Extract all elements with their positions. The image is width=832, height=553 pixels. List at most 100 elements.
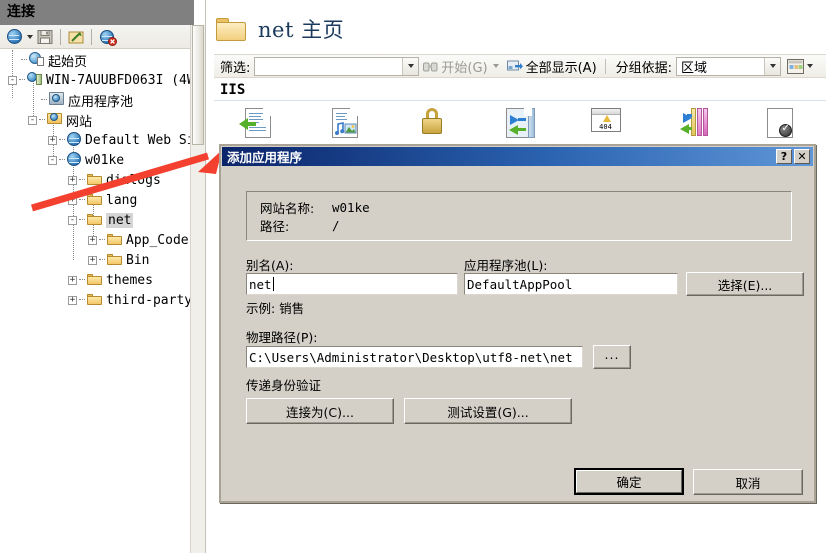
tree-connector bbox=[79, 299, 85, 301]
folder-icon bbox=[87, 273, 102, 288]
view-mode-button[interactable] bbox=[787, 58, 814, 74]
tree-expander-icon[interactable]: - bbox=[28, 115, 37, 125]
ok-button[interactable]: 确定 bbox=[574, 468, 684, 495]
physical-path-value: C:\Users\Administrator\Desktop\utf8-net\… bbox=[249, 349, 573, 365]
toolbar-separator-2 bbox=[91, 28, 92, 45]
tree-connector bbox=[39, 119, 45, 121]
feature-cell[interactable]: 404 bbox=[562, 105, 649, 149]
authentication-icon bbox=[766, 108, 793, 138]
tree-item-win-7auubfd063i-4wc[interactable]: - WIN-7AUUBFD063I (4WC bbox=[0, 70, 190, 90]
add-application-dialog: 添加应用程序 ? ✕ 网站名称: w01ke 路径: / 别名(A): net … bbox=[219, 144, 816, 503]
close-icon[interactable]: ✕ bbox=[794, 149, 810, 164]
chevron-down-icon[interactable] bbox=[764, 57, 781, 75]
connect-as-button[interactable]: 连接为(C)... bbox=[246, 398, 394, 424]
home-page-icon bbox=[29, 51, 44, 69]
tree-item-label: dialogs bbox=[106, 172, 161, 188]
disconnect-icon[interactable] bbox=[97, 27, 117, 47]
site-path-label: 路径: bbox=[260, 218, 290, 234]
filter-label: 筛选: bbox=[220, 60, 251, 76]
tree-connector bbox=[79, 279, 85, 281]
page-title: net 主页 bbox=[258, 18, 345, 42]
tree-item-label: 网站 bbox=[66, 114, 93, 130]
tree-connector bbox=[99, 239, 105, 241]
connections-tree[interactable]: 起始页 - WIN-7AUUBFD063I (4WC 应用程序池 - 网站 + Default… bbox=[0, 50, 190, 553]
tree-item-label: net bbox=[106, 212, 134, 228]
dialog-title: 添加应用程序 bbox=[227, 150, 303, 165]
chevron-down-icon[interactable] bbox=[492, 64, 499, 68]
physical-path-label: 物理路径(P): bbox=[246, 330, 318, 345]
scrollbar-thumb[interactable] bbox=[192, 25, 204, 145]
site-name-value: w01ke bbox=[332, 199, 370, 215]
tree-expander-icon[interactable]: + bbox=[68, 295, 77, 305]
tree-item-lang[interactable]: + lang bbox=[0, 190, 137, 210]
site-info-box: 网站名称: w01ke 路径: / bbox=[246, 191, 792, 241]
group-by-select[interactable]: 区域 bbox=[676, 56, 782, 76]
filter-toolbar: 筛选: 开始(G) 全部显示(A) 分组依据: 区域 bbox=[214, 54, 826, 78]
toolbar-separator-1 bbox=[60, 28, 61, 45]
tree-expander-icon[interactable]: + bbox=[88, 255, 97, 265]
folder-icon bbox=[107, 233, 122, 248]
tree-item-label: Default Web Sit bbox=[85, 132, 190, 148]
tree-item-bin[interactable]: + Bin bbox=[0, 250, 149, 270]
save-icon[interactable] bbox=[35, 27, 55, 47]
help-button[interactable]: ? bbox=[776, 149, 792, 164]
tree-item-w01ke[interactable]: - w01ke bbox=[0, 150, 124, 170]
tree-connector bbox=[79, 199, 85, 201]
http-redirect-icon bbox=[678, 108, 708, 136]
group-by-value: 区域 bbox=[681, 60, 708, 76]
tree-expander-icon[interactable]: + bbox=[48, 135, 57, 145]
tree-expander-icon[interactable]: + bbox=[88, 235, 97, 245]
feature-cell[interactable] bbox=[214, 105, 301, 149]
physical-path-input[interactable]: C:\Users\Administrator\Desktop\utf8-net\… bbox=[246, 346, 583, 368]
tree-expander-icon[interactable]: + bbox=[68, 195, 77, 205]
feature-cell[interactable] bbox=[388, 105, 475, 149]
cancel-button-label: 取消 bbox=[735, 475, 761, 491]
folder-icon bbox=[87, 193, 102, 208]
tree-expander-icon[interactable]: + bbox=[68, 175, 77, 185]
dialog-titlebar[interactable]: 添加应用程序 ? ✕ bbox=[222, 147, 813, 166]
tree-expander-icon[interactable]: - bbox=[8, 75, 17, 85]
tree-item-default-web-sit[interactable]: + Default Web Sit bbox=[0, 130, 190, 150]
alias-input[interactable]: net bbox=[246, 273, 458, 295]
connect-globe-icon[interactable] bbox=[4, 27, 24, 47]
globe-icon bbox=[67, 131, 81, 149]
page-header: net 主页 bbox=[206, 8, 344, 50]
show-all-button[interactable]: 全部显示(A) bbox=[503, 57, 601, 76]
tree-item-net[interactable]: - net bbox=[0, 210, 134, 230]
feature-cell[interactable] bbox=[649, 105, 736, 149]
tree-item-[interactable]: 应用程序池 bbox=[0, 90, 133, 110]
tree-expander-icon[interactable]: + bbox=[68, 275, 77, 285]
browse-button[interactable]: ... bbox=[593, 345, 631, 369]
cancel-button[interactable]: 取消 bbox=[693, 469, 803, 495]
tree-item-label: Bin bbox=[126, 252, 150, 268]
chevron-down-icon[interactable] bbox=[402, 57, 419, 75]
open-site-icon[interactable] bbox=[66, 27, 86, 47]
select-app-pool-button[interactable]: 选择(E)... bbox=[686, 272, 804, 296]
tree-connector bbox=[99, 259, 105, 261]
app-pool-input[interactable]: DefaultAppPool bbox=[464, 273, 678, 295]
site-name-row: 网站名称: w01ke bbox=[260, 198, 370, 216]
filter-input[interactable] bbox=[254, 56, 420, 76]
iis-section-label: IIS bbox=[220, 82, 246, 98]
sidebar-vertical-scrollbar[interactable] bbox=[190, 25, 206, 553]
mime-types-icon bbox=[331, 108, 358, 138]
feature-cell[interactable] bbox=[736, 105, 823, 149]
tree-item-third-party[interactable]: + third-party bbox=[0, 290, 190, 310]
feature-cell[interactable] bbox=[301, 105, 388, 149]
tree-expander-icon[interactable]: - bbox=[68, 215, 77, 225]
alias-example: 示例: 销售 bbox=[246, 301, 305, 316]
tree-item-[interactable]: - 网站 bbox=[0, 110, 92, 130]
site-path-row: 路径: / bbox=[260, 216, 370, 234]
tree-item-app-code[interactable]: + App_Code bbox=[0, 230, 189, 250]
test-settings-button[interactable]: 测试设置(G)... bbox=[404, 398, 572, 424]
filter-go-button[interactable]: 开始(G) bbox=[419, 57, 491, 76]
chevron-down-icon[interactable] bbox=[27, 34, 33, 39]
tree-item-dialogs[interactable]: + dialogs bbox=[0, 170, 161, 190]
alias-label-text: 别名(A): bbox=[246, 258, 294, 273]
folder-icon bbox=[87, 173, 102, 188]
tree-item-themes[interactable]: + themes bbox=[0, 270, 153, 290]
feature-cell[interactable] bbox=[475, 105, 562, 149]
folder-icon bbox=[216, 17, 246, 42]
tree-item-[interactable]: 起始页 bbox=[0, 50, 87, 70]
tree-expander-icon[interactable]: - bbox=[48, 155, 57, 165]
